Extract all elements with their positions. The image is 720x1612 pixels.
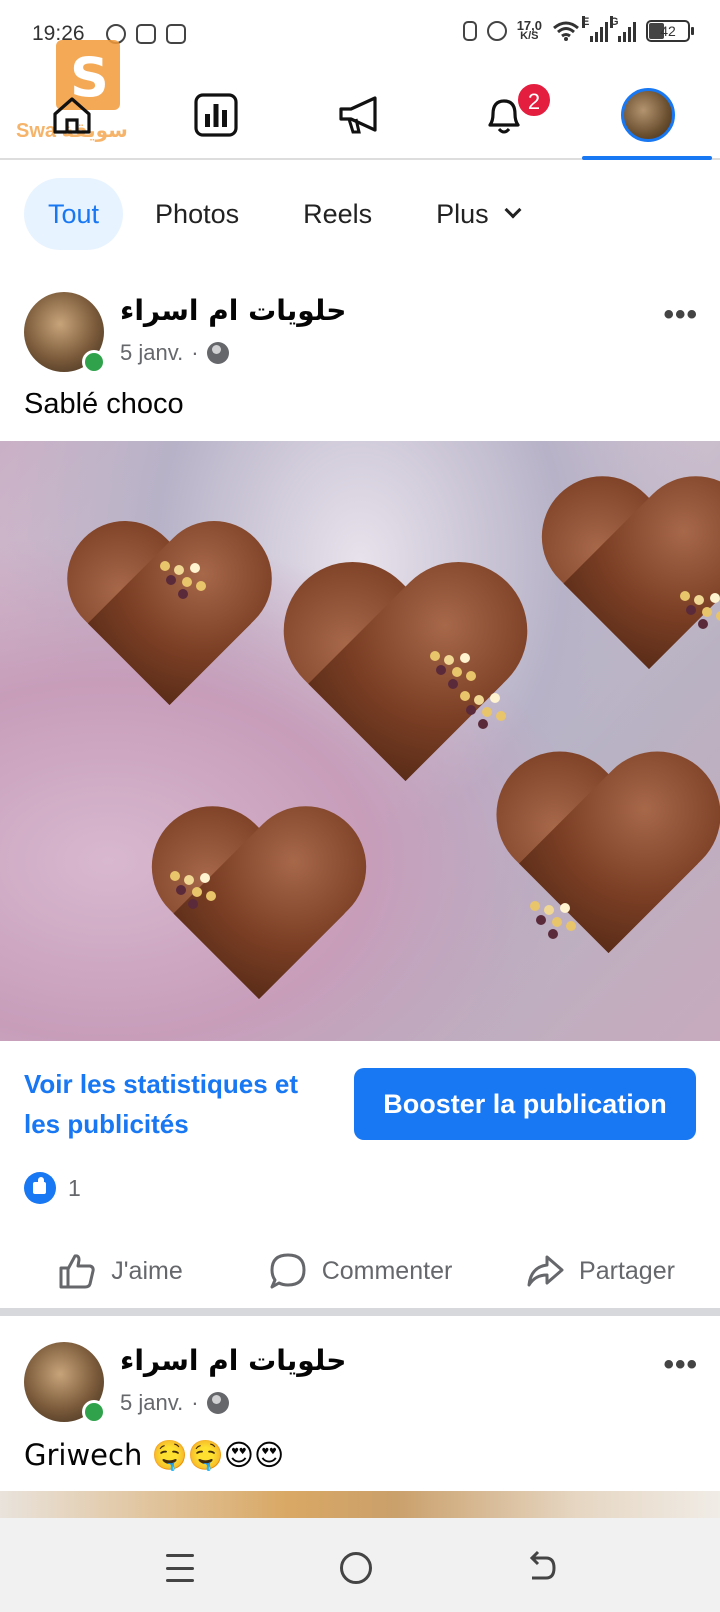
comment-icon — [270, 1253, 306, 1289]
avatar[interactable] — [24, 292, 106, 374]
profile-avatar — [621, 88, 675, 142]
post-date[interactable]: 5 janv. — [120, 1390, 183, 1416]
messenger-icon — [106, 24, 126, 44]
chocolate-heart — [550, 482, 720, 680]
globe-icon — [206, 1392, 229, 1414]
sim-icon — [136, 24, 156, 44]
status-bar: 19:26 17,0 K/S E G 42 — [0, 0, 720, 72]
nav-notifications[interactable]: 2 — [474, 82, 552, 142]
top-nav: 2 — [0, 78, 720, 160]
chocolate-heart — [160, 812, 380, 1010]
post-author[interactable]: حلويات ام اسراء — [120, 294, 346, 327]
online-status-dot — [82, 350, 106, 374]
chip-plus[interactable]: Plus — [404, 178, 551, 250]
stats-icon — [194, 93, 238, 137]
signal-icon-1: E — [582, 16, 608, 42]
signal-icon-2: G — [610, 16, 636, 42]
home-icon — [53, 97, 91, 134]
avatar[interactable] — [24, 1342, 106, 1424]
like-reaction-icon — [24, 1172, 56, 1204]
globe-icon — [206, 342, 229, 364]
post-divider — [0, 1308, 720, 1316]
back-icon[interactable] — [520, 1548, 560, 1588]
wifi-icon — [553, 21, 579, 41]
status-time: 19:26 — [32, 22, 85, 45]
reaction-summary[interactable]: 1 — [24, 1172, 81, 1204]
notification-badge: 2 — [516, 82, 552, 118]
battery-icon: 42 — [646, 20, 694, 42]
chocolate-heart — [505, 758, 720, 965]
active-tab-indicator — [582, 156, 712, 160]
post-text: Sablé choco — [24, 388, 184, 420]
share-button[interactable]: Partager — [480, 1238, 720, 1304]
chip-reels[interactable]: Reels — [271, 178, 404, 250]
status-notification-icons — [106, 24, 186, 44]
online-status-dot — [82, 1400, 106, 1424]
like-icon — [59, 1254, 95, 1289]
recents-icon[interactable] — [160, 1548, 200, 1588]
post-header: حلويات ام اسراء 5 janv. · ••• — [0, 292, 720, 382]
comment-button[interactable]: Commenter — [240, 1238, 480, 1304]
system-nav-bar — [0, 1518, 720, 1612]
alarm-icon — [486, 21, 507, 41]
megaphone-icon — [339, 96, 377, 134]
chevron-down-icon — [504, 201, 522, 219]
post-action-bar: J'aime Commenter Partager — [0, 1238, 720, 1304]
chip-tout[interactable]: Tout — [24, 178, 124, 250]
instagram-icon — [166, 24, 186, 44]
post-text: Griwech 🤤🤤😍😍 — [24, 1438, 285, 1472]
filter-chips: Tout Photos Reels Plus — [24, 178, 551, 250]
more-icon[interactable]: ••• — [663, 298, 698, 332]
boost-post-button[interactable]: Booster la publication — [354, 1068, 696, 1140]
like-button[interactable]: J'aime — [0, 1238, 240, 1304]
post-meta: 5 janv. · — [120, 340, 229, 366]
post-date[interactable]: 5 janv. — [120, 340, 183, 366]
net-speed: 17,0 K/S — [516, 18, 542, 42]
nav-profile[interactable] — [618, 88, 678, 142]
status-right-icons: 17,0 K/S E G 42 — [462, 16, 694, 42]
post-author[interactable]: حلويات ام اسراء — [120, 1344, 346, 1377]
vibrate-icon — [462, 21, 477, 41]
chip-photos[interactable]: Photos — [123, 178, 271, 250]
post-meta: 5 janv. · — [120, 1390, 229, 1416]
nav-home[interactable] — [42, 88, 102, 142]
nav-stats[interactable] — [186, 88, 246, 142]
post-image[interactable] — [0, 1491, 720, 1519]
home-button-icon[interactable] — [340, 1552, 372, 1584]
post-header: حلويات ام اسراء 5 janv. · ••• — [0, 1342, 720, 1432]
nav-ads[interactable] — [330, 88, 390, 142]
view-stats-link[interactable]: Voir les statistiques et les publicités — [24, 1064, 334, 1144]
post-image[interactable] — [0, 441, 720, 1041]
share-icon — [527, 1255, 564, 1287]
chocolate-heart — [75, 527, 285, 716]
more-icon[interactable]: ••• — [663, 1348, 698, 1382]
reaction-count: 1 — [68, 1174, 81, 1201]
